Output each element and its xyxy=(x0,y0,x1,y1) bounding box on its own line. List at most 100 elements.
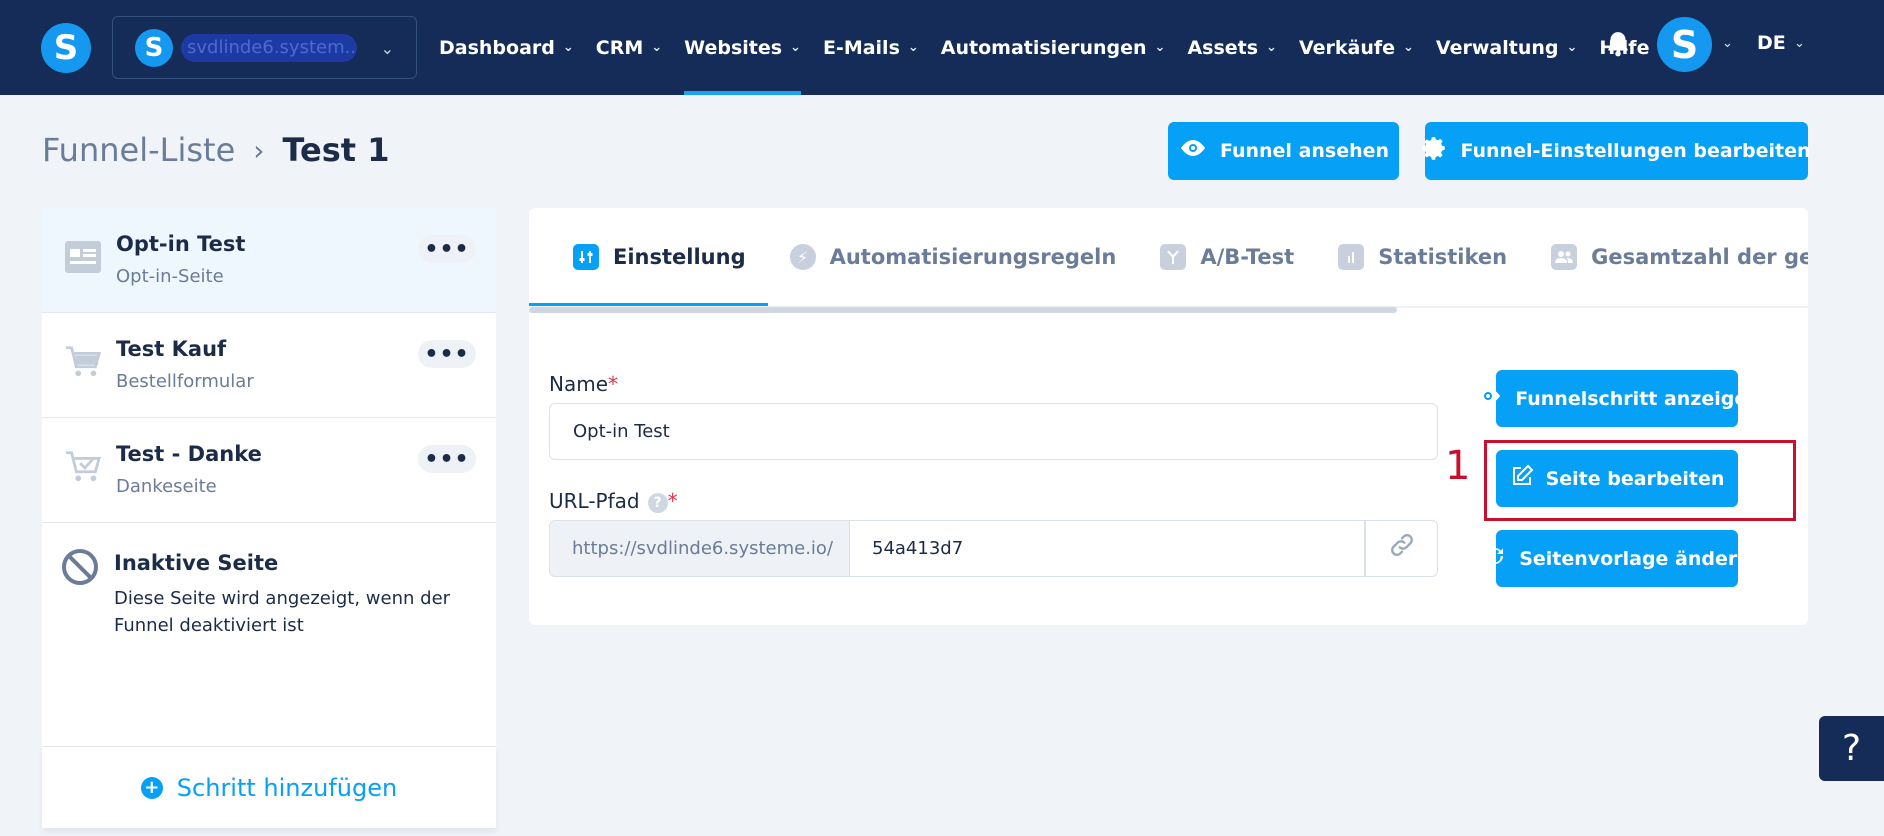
funnel-step-optin[interactable]: Opt-in Test Opt-in-Seite ••• xyxy=(42,208,496,313)
tab-bar: Einstellung ⚡ Automatisierungsregeln A/B… xyxy=(529,208,1808,308)
tab-label: Gesamtzahl der gesendeten Le xyxy=(1591,245,1808,269)
menu-websites[interactable]: Websites ⌄ xyxy=(684,0,801,95)
top-navbar: S S svdlinde6.system... ⌄ Dashboard ⌄ CRM… xyxy=(0,0,1884,95)
help-icon[interactable]: ? xyxy=(647,493,668,513)
step-more-button[interactable]: ••• xyxy=(418,235,476,263)
menu-label: CRM xyxy=(595,36,644,59)
chevron-down-icon: ⌄ xyxy=(562,40,574,55)
optin-page-icon xyxy=(64,238,102,276)
show-funnel-step-button[interactable]: Funnelschritt anzeigen xyxy=(1476,370,1761,427)
step-title: Opt-in Test xyxy=(116,232,246,256)
inactive-page-title: Inaktive Seite xyxy=(114,551,279,575)
workspace-name: svdlinde6.system... xyxy=(181,33,357,62)
cart-icon xyxy=(64,343,102,381)
name-input[interactable]: Opt-in Test xyxy=(549,403,1438,460)
step-subtitle: Bestellformular xyxy=(116,371,254,392)
menu-emails[interactable]: E-Mails ⌄ xyxy=(823,0,919,95)
tab-settings[interactable]: Einstellung xyxy=(529,208,768,306)
menu-automations[interactable]: Automatisierungen ⌄ xyxy=(941,0,1166,95)
chevron-down-icon: ⌄ xyxy=(1266,40,1277,55)
url-prefix-text: https://svdlinde6.systeme.io/ xyxy=(572,538,834,559)
bar-chart-icon xyxy=(1338,244,1365,270)
cart-check-icon xyxy=(64,448,102,486)
eye-icon xyxy=(1473,386,1503,412)
menu-label: E-Mails xyxy=(822,36,900,59)
annotation-marker: 1 xyxy=(1445,443,1471,489)
systeme-logo[interactable]: S xyxy=(41,23,91,73)
url-path-field-label: URL-Pfad? * xyxy=(549,489,678,513)
tab-total-sent[interactable]: Gesamtzahl der gesendeten Le xyxy=(1529,208,1808,306)
language-switcher[interactable]: DE xyxy=(1757,32,1786,54)
help-button[interactable]: ? xyxy=(1819,716,1884,781)
chevron-down-icon: ⌄ xyxy=(1566,40,1578,55)
workspace-switcher[interactable]: S svdlinde6.system... ⌄ xyxy=(112,16,417,79)
more-dots-icon: ••• xyxy=(424,446,470,472)
menu-label: Automatisierungen xyxy=(940,36,1147,59)
refresh-icon xyxy=(1483,544,1507,574)
plus-circle-icon: + xyxy=(140,776,163,799)
page-title: Test 1 xyxy=(282,131,390,169)
chevron-down-icon: ⌄ xyxy=(907,40,919,55)
link-icon xyxy=(1388,531,1416,566)
step-title: Test - Danke xyxy=(116,442,262,466)
name-input-value: Opt-in Test xyxy=(573,421,670,442)
lightning-icon: ⚡ xyxy=(789,244,816,270)
user-avatar[interactable]: S xyxy=(1657,17,1712,72)
step-more-button[interactable]: ••• xyxy=(418,340,476,368)
chevron-down-icon: ⌄ xyxy=(1403,40,1414,55)
main-menu: Dashboard ⌄ CRM ⌄ Websites ⌄ E-Mails ⌄ Autom… xyxy=(439,0,1671,95)
gear-icon xyxy=(1422,135,1448,167)
inactive-page-description: Diese Seite wird angezeigt, wenn der Fun… xyxy=(114,588,451,636)
breadcrumb: Funnel-Liste › Test 1 xyxy=(42,131,389,169)
edit-funnel-settings-label: Funnel-Einstellungen bearbeiten xyxy=(1460,140,1811,162)
view-funnel-label: Funnel ansehen xyxy=(1219,140,1390,162)
menu-dashboard[interactable]: Dashboard ⌄ xyxy=(439,0,574,95)
funnel-step-thankyou[interactable]: Test - Danke Dankeseite ••• xyxy=(42,418,496,523)
edit-funnel-settings-button[interactable]: Funnel-Einstellungen bearbeiten xyxy=(1422,122,1811,180)
more-dots-icon: ••• xyxy=(424,236,470,262)
chevron-right-icon: › xyxy=(253,133,265,167)
chevron-down-icon[interactable]: ⌄ xyxy=(1722,36,1733,51)
users-icon xyxy=(1551,244,1578,270)
menu-assets[interactable]: Assets ⌄ xyxy=(1187,0,1277,95)
eye-icon xyxy=(1178,138,1208,164)
tab-statistics[interactable]: Statistiken xyxy=(1316,208,1529,306)
split-icon xyxy=(1160,244,1187,270)
step-settings-panel: Einstellung ⚡ Automatisierungsregeln A/B… xyxy=(529,208,1808,625)
bell-icon[interactable] xyxy=(1605,30,1631,65)
more-dots-icon: ••• xyxy=(424,341,470,367)
label-text: URL-Pfad xyxy=(549,489,640,513)
breadcrumb-funnel-list[interactable]: Funnel-Liste xyxy=(42,131,235,169)
url-prefix: https://svdlinde6.systeme.io/ xyxy=(549,520,850,577)
menu-label: Websites xyxy=(684,36,783,59)
funnel-steps-sidebar: Opt-in Test Opt-in-Seite ••• Test Kauf B… xyxy=(42,208,496,828)
tab-ab-test[interactable]: A/B-Test xyxy=(1138,208,1316,306)
step-more-button[interactable]: ••• xyxy=(418,445,476,473)
change-template-button[interactable]: Seitenvorlage ändern xyxy=(1487,530,1751,587)
tab-label: Automatisierungsregeln xyxy=(829,245,1117,269)
chevron-down-icon[interactable]: ⌄ xyxy=(1794,36,1805,51)
step-title: Test Kauf xyxy=(116,337,227,361)
step-subtitle: Opt-in-Seite xyxy=(116,266,224,287)
settings-sliders-icon xyxy=(573,244,599,270)
tab-label: Einstellung xyxy=(613,245,746,269)
chevron-down-icon: ⌄ xyxy=(380,39,394,58)
menu-administration[interactable]: Verwaltung ⌄ xyxy=(1436,0,1577,95)
show-funnel-step-label: Funnelschritt anzeigen xyxy=(1515,387,1761,410)
annotation-highlight-box xyxy=(1484,440,1796,521)
tab-scrollbar[interactable] xyxy=(529,307,1397,313)
menu-crm[interactable]: CRM ⌄ xyxy=(596,0,662,95)
tab-automation-rules[interactable]: ⚡ Automatisierungsregeln xyxy=(768,208,1139,306)
view-funnel-button[interactable]: Funnel ansehen xyxy=(1168,122,1399,180)
step-subtitle: Dankeseite xyxy=(116,476,217,497)
required-marker: * xyxy=(667,489,678,513)
url-path-value: 54a413d7 xyxy=(872,538,964,559)
url-path-input[interactable]: 54a413d7 xyxy=(850,520,1365,577)
add-step-button[interactable]: + Schritt hinzufügen xyxy=(42,746,496,828)
funnel-step-purchase[interactable]: Test Kauf Bestellformular ••• xyxy=(42,313,496,418)
ban-icon xyxy=(62,549,98,585)
copy-link-button[interactable] xyxy=(1365,520,1438,577)
menu-sales[interactable]: Verkäufe ⌄ xyxy=(1299,0,1414,95)
add-step-label: Schritt hinzufügen xyxy=(176,773,398,802)
workspace-logo: S xyxy=(135,28,173,67)
